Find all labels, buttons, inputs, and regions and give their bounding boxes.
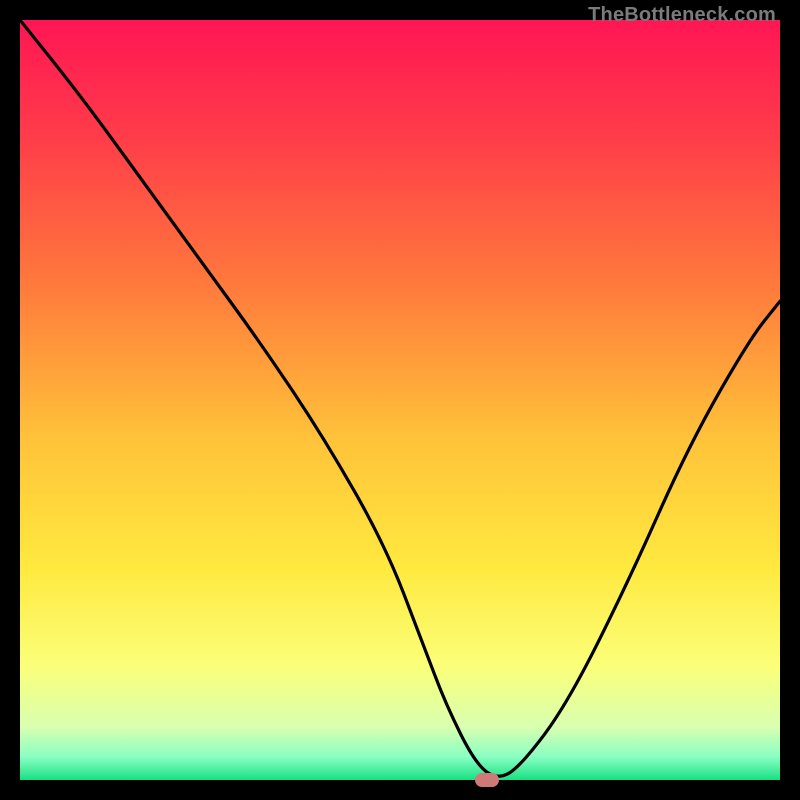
chart-background <box>20 20 780 780</box>
bottleneck-chart <box>20 20 780 780</box>
optimal-point-marker <box>475 773 499 787</box>
watermark-text: TheBottleneck.com <box>588 4 776 27</box>
